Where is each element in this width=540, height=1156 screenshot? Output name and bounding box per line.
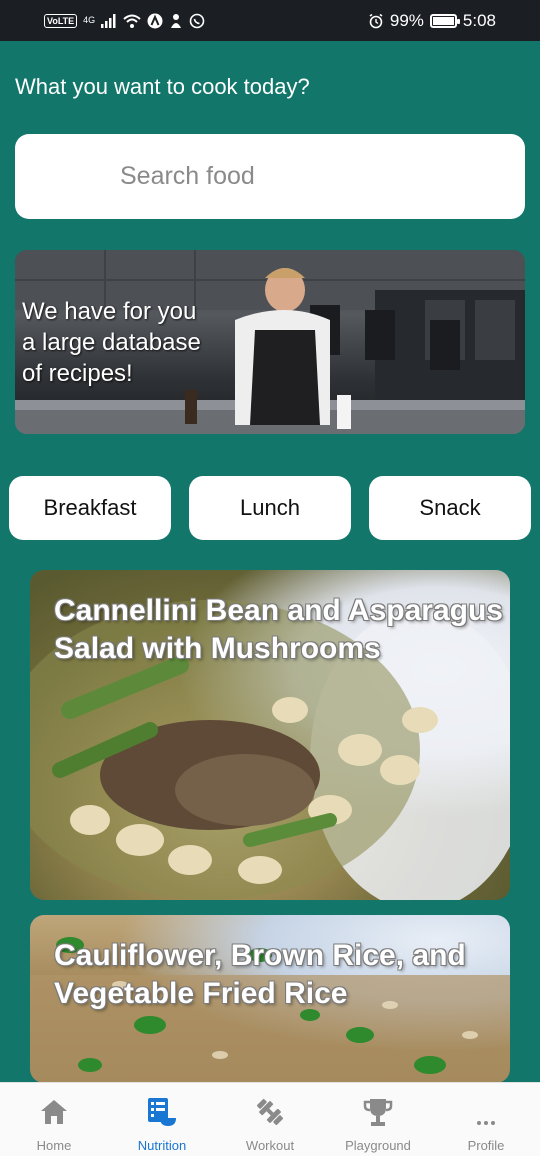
recipe-title: Cannellini Bean and Asparagus Salad with… bbox=[54, 592, 503, 668]
recipe-card[interactable]: Cannellini Bean and Asparagus Salad with… bbox=[30, 570, 510, 900]
banner-line: of recipes! bbox=[22, 360, 133, 387]
status-right: 99% 5:08 bbox=[368, 11, 496, 31]
nav-label: Profile bbox=[467, 1138, 505, 1153]
app-notification-icon bbox=[171, 13, 182, 28]
nav-nutrition[interactable]: Nutrition bbox=[108, 1083, 216, 1156]
network-type: 4G bbox=[83, 14, 96, 25]
more-icon bbox=[469, 1095, 503, 1129]
page-title: What you want to cook today? bbox=[15, 74, 310, 99]
recipe-title-line: Cannellini Bean and Asparagus bbox=[54, 594, 503, 627]
category-snack-button[interactable]: Snack bbox=[369, 476, 531, 540]
nav-label: Nutrition bbox=[137, 1138, 187, 1153]
category-breakfast-button[interactable]: Breakfast bbox=[9, 476, 171, 540]
recipe-title-line: Vegetable Fried Rice bbox=[54, 977, 348, 1010]
banner-line: We have for you bbox=[22, 298, 197, 325]
banner-line: a large database bbox=[22, 329, 201, 356]
volte-icon: VoLTE bbox=[44, 13, 78, 28]
promo-banner: We have for you a large database of reci… bbox=[15, 250, 525, 434]
battery-percent: 99% bbox=[389, 10, 424, 30]
alarm-icon bbox=[369, 13, 383, 28]
status-left: VoLTE 4G bbox=[44, 13, 205, 29]
battery-icon bbox=[429, 13, 460, 28]
nav-playground[interactable]: Playground bbox=[324, 1083, 432, 1156]
dumbbell-icon bbox=[253, 1095, 287, 1129]
signal-icon bbox=[101, 13, 116, 28]
nav-workout[interactable]: Workout bbox=[216, 1083, 324, 1156]
nutrition-icon bbox=[145, 1095, 179, 1129]
clock: 5:08 bbox=[462, 10, 496, 30]
app-a-icon bbox=[147, 13, 163, 28]
wifi-icon bbox=[123, 14, 141, 28]
recipe-title: Cauliflower, Brown Rice, and Vegetable F… bbox=[54, 937, 466, 1013]
whatsapp-icon bbox=[189, 13, 205, 28]
nav-home[interactable]: Home bbox=[0, 1083, 108, 1156]
status-bar: VoLTE 4G 99% 5:08 bbox=[0, 0, 540, 41]
recipe-title-line: Salad with Mushrooms bbox=[54, 632, 381, 665]
banner-text: We have for you a large database of reci… bbox=[22, 296, 201, 389]
search-box[interactable] bbox=[15, 134, 525, 219]
search-input[interactable] bbox=[15, 162, 525, 191]
recipe-title-line: Cauliflower, Brown Rice, and bbox=[54, 939, 466, 972]
trophy-icon bbox=[361, 1095, 395, 1129]
category-lunch-button[interactable]: Lunch bbox=[189, 476, 351, 540]
nav-label: Playground bbox=[345, 1138, 411, 1153]
bottom-nav: Home Nutrition Workout Playground Profil… bbox=[0, 1082, 540, 1156]
recipe-card[interactable]: Cauliflower, Brown Rice, and Vegetable F… bbox=[30, 915, 510, 1083]
nav-label: Workout bbox=[245, 1138, 295, 1153]
nav-profile[interactable]: Profile bbox=[432, 1083, 540, 1156]
home-icon bbox=[37, 1095, 71, 1129]
nav-label: Home bbox=[36, 1138, 72, 1153]
battery-fill bbox=[432, 16, 454, 25]
